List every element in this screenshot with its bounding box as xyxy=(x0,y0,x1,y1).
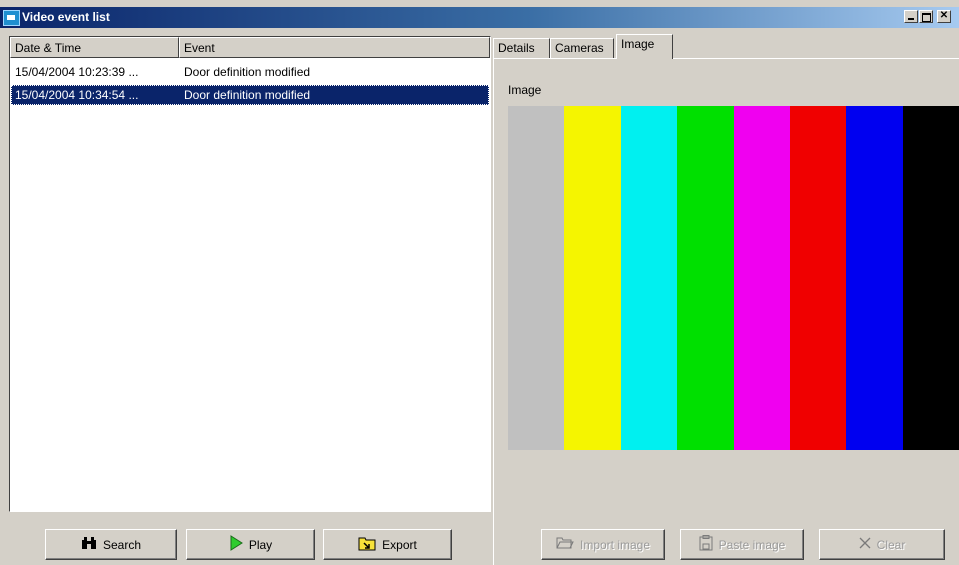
color-bar xyxy=(508,106,565,450)
app-icon xyxy=(3,10,20,26)
title-bar[interactable]: Video event list ✕ xyxy=(0,7,959,28)
column-header-datetime[interactable]: Date & Time xyxy=(10,37,179,58)
play-icon xyxy=(229,535,243,554)
row-event: Door definition modified xyxy=(184,65,311,79)
event-list[interactable]: Date & Time Event 15/04/2004 10:23:39 ..… xyxy=(9,36,491,512)
window-title: Video event list xyxy=(22,10,110,24)
import-image-button[interactable]: Import image xyxy=(541,529,665,560)
close-button[interactable]: ✕ xyxy=(937,10,951,23)
list-header: Date & Time Event xyxy=(10,37,490,58)
paste-image-button[interactable]: Paste image xyxy=(680,529,804,560)
table-row[interactable]: 15/04/2004 10:23:39 ... Door definition … xyxy=(11,62,489,82)
color-bar xyxy=(902,106,959,450)
minimize-button[interactable] xyxy=(904,10,918,23)
binoculars-icon xyxy=(81,536,97,553)
search-button[interactable]: Search xyxy=(45,529,177,560)
import-image-label: Import image xyxy=(579,537,651,552)
tab-image[interactable]: Image xyxy=(616,34,673,59)
tab-cameras[interactable]: Cameras xyxy=(550,38,614,58)
color-bar xyxy=(620,106,678,450)
maximize-button[interactable] xyxy=(919,10,933,23)
maximize-icon xyxy=(921,13,931,22)
color-bar xyxy=(733,106,790,450)
folder-open-icon xyxy=(556,536,574,553)
tab-details[interactable]: Details xyxy=(493,38,550,58)
play-button[interactable]: Play xyxy=(186,529,315,560)
row-event: Door definition modified xyxy=(184,88,311,102)
table-row-selected[interactable]: 15/04/2004 10:34:54 ... Door definition … xyxy=(11,85,489,105)
search-button-label: Search xyxy=(102,537,142,552)
close-icon: ✕ xyxy=(939,10,949,21)
color-bar xyxy=(789,106,847,450)
play-button-label: Play xyxy=(248,537,273,552)
image-label: Image xyxy=(508,83,542,97)
paste-icon xyxy=(699,535,713,554)
color-bar xyxy=(846,106,903,450)
paste-image-label: Paste image xyxy=(718,537,786,552)
tab-strip: Details Cameras Image xyxy=(493,34,959,59)
color-bar xyxy=(564,106,621,450)
clear-button[interactable]: Clear xyxy=(819,529,945,560)
export-folder-icon xyxy=(358,535,376,554)
minimize-icon xyxy=(908,18,914,20)
x-icon xyxy=(859,537,871,552)
export-button[interactable]: Export xyxy=(323,529,452,560)
export-button-label: Export xyxy=(382,537,417,552)
row-datetime: 15/04/2004 10:34:54 ... xyxy=(15,88,139,102)
color-bar xyxy=(677,106,734,450)
clear-button-label: Clear xyxy=(876,537,906,552)
image-preview xyxy=(508,106,959,450)
column-header-event[interactable]: Event xyxy=(179,37,490,58)
row-datetime: 15/04/2004 10:23:39 ... xyxy=(15,65,139,79)
